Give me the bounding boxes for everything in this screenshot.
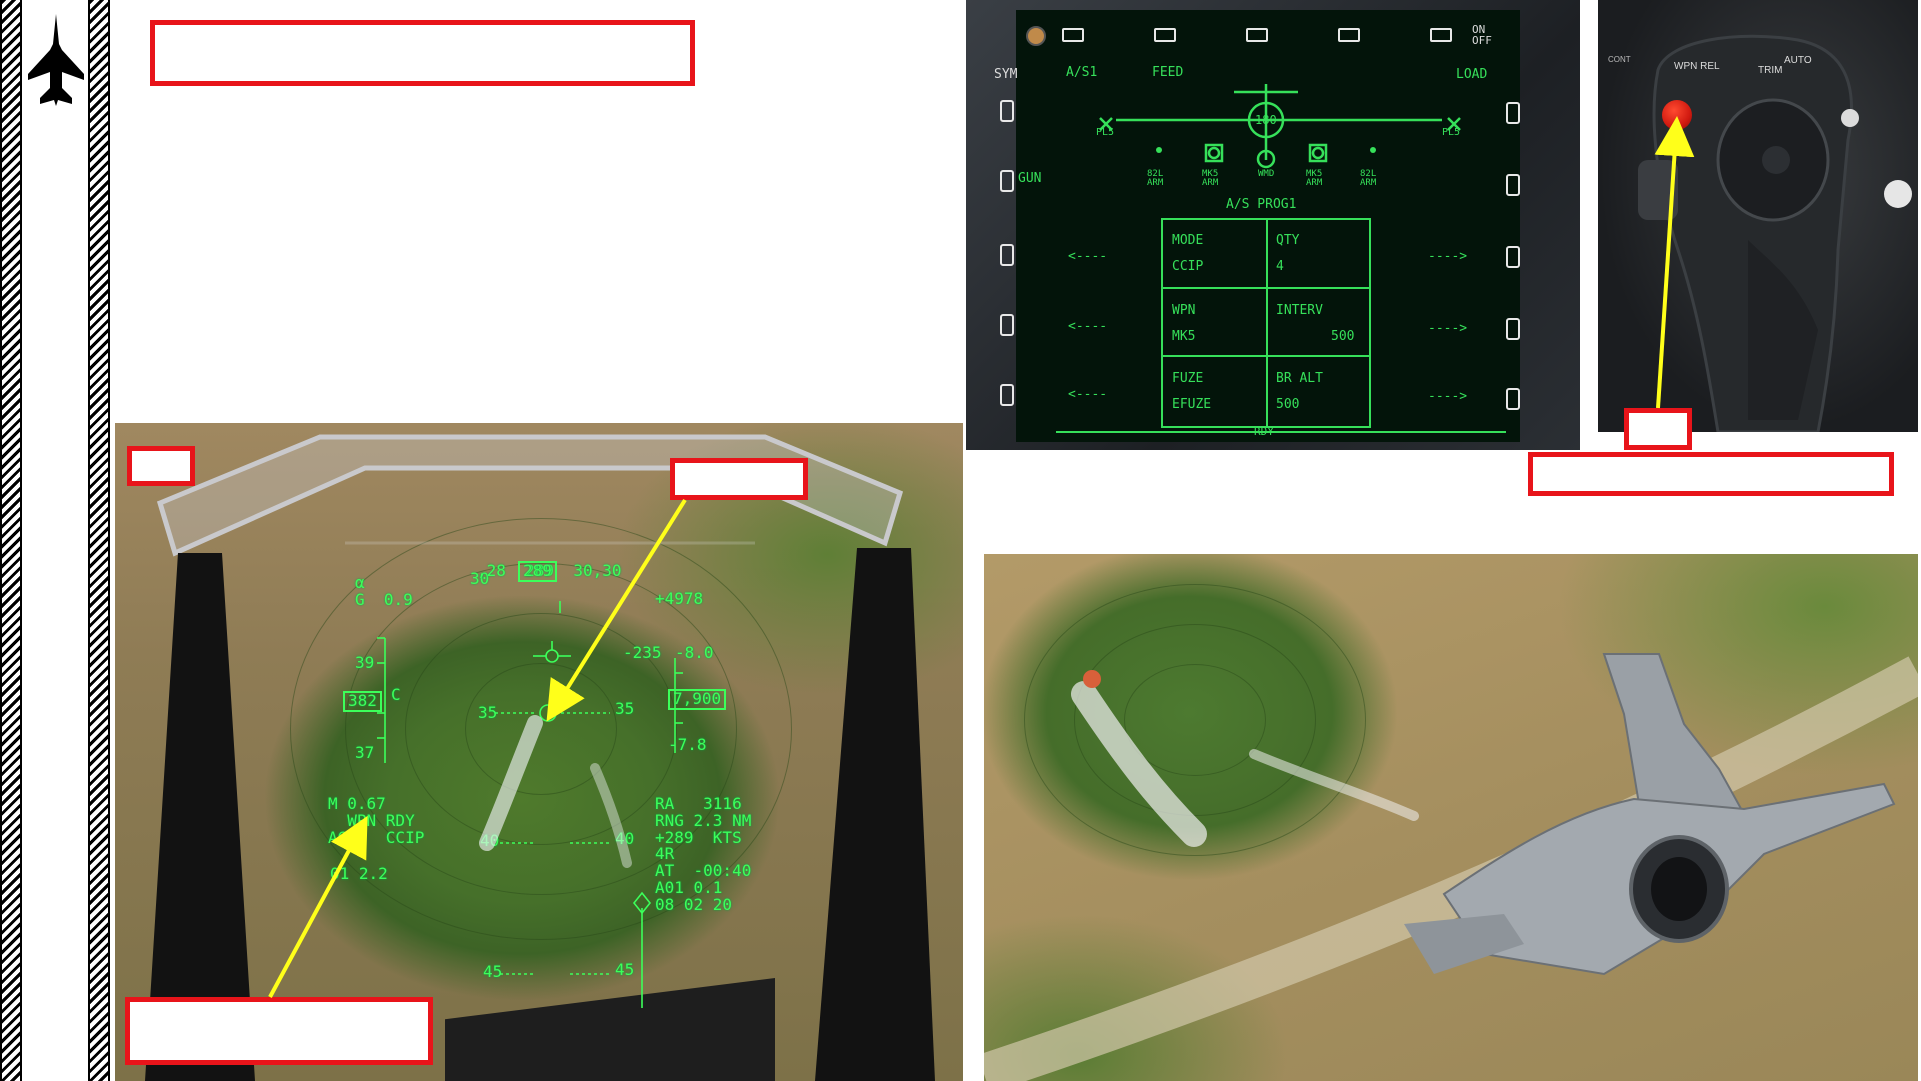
mfd-sym-label: SYM	[994, 67, 1018, 82]
mfd-interv-label: INTERV	[1276, 303, 1323, 318]
hud-mode-callout	[125, 997, 433, 1065]
mfd-brightness-knob-icon[interactable]	[1026, 26, 1046, 46]
mfd-mode-value: CCIP	[1172, 259, 1204, 274]
mfd-arrow-left: <----	[1068, 387, 1108, 402]
mfd-osb-left[interactable]	[1000, 384, 1014, 406]
throttle-auto-label: AUTO	[1784, 55, 1812, 66]
mfd-grid-hline	[1161, 287, 1371, 289]
throttle-cont-label: CONT	[1608, 55, 1631, 64]
hud-symbology-lines	[377, 601, 683, 1008]
mfd-station-4: MK5 ARM	[1306, 169, 1323, 188]
weapon-release-button[interactable]	[1662, 100, 1692, 130]
mfd-wpn-value: MK5	[1172, 329, 1196, 344]
mfd-bralt-value: 500	[1276, 397, 1300, 412]
mfd-osb-top[interactable]	[1062, 28, 1084, 42]
mfd-grid-vline	[1266, 218, 1268, 428]
mfd-prog-title: A/S PROG1	[1226, 197, 1297, 212]
mfd-arrow-left: <----	[1068, 249, 1108, 264]
mfd-on-off-label: ON OFF	[1472, 23, 1492, 47]
jet-aircraft-image	[984, 653, 1918, 1081]
throttle-panel: WPN REL TRIM AUTO CONT	[1598, 0, 1918, 432]
mfd-fuze-label: FUZE	[1172, 371, 1204, 386]
throttle-wpn-rel-label: WPN REL	[1674, 61, 1720, 72]
mfd-osb-right[interactable]	[1506, 102, 1520, 124]
mfd-osb-top[interactable]	[1430, 28, 1452, 42]
jet-silhouette-icon	[28, 14, 84, 106]
mfd-qty-label: QTY	[1276, 233, 1300, 248]
hud-view-panel: α G 0.9 30 ,28 289 30,30 289 +4978 -235 …	[115, 423, 963, 1081]
mfd-qty-value: 4	[1276, 259, 1284, 274]
mfd-arrow-right: ---->	[1428, 321, 1468, 336]
mfd-panel: A/S1 FEED LOAD PL5 PL5 GUN 180 82L ARM M…	[966, 0, 1580, 450]
mfd-heading-value: 180	[1255, 113, 1277, 127]
mfd-wpn-label: WPN	[1172, 303, 1196, 318]
mfd-bralt-label: BR ALT	[1276, 371, 1323, 386]
title-callout-box	[150, 20, 695, 86]
hud-label-small-callout	[127, 446, 195, 486]
mfd-station-2: MK5 ARM	[1202, 169, 1219, 188]
right-rail-hatch	[88, 0, 110, 1081]
mfd-grid-hline	[1161, 355, 1371, 357]
mfd-osb-top[interactable]	[1246, 28, 1268, 42]
throttle-label-callout	[1528, 452, 1894, 496]
aircraft-release-scene	[984, 554, 1918, 1081]
mfd-osb-left[interactable]	[1000, 314, 1014, 336]
throttle-button-callout	[1624, 408, 1692, 450]
mfd-osb-left[interactable]	[1000, 100, 1014, 122]
throttle-trim-label: TRIM	[1758, 65, 1783, 76]
mfd-osb-left[interactable]	[1000, 170, 1014, 192]
mfd-rdy: RDY	[1254, 425, 1274, 438]
mfd-mode-label: MODE	[1172, 233, 1204, 248]
mfd-osb-right[interactable]	[1506, 174, 1520, 196]
mfd-station-1: 82L ARM	[1147, 169, 1164, 188]
mfd-screen: A/S1 FEED LOAD PL5 PL5 GUN 180 82L ARM M…	[1016, 10, 1520, 442]
mfd-arrow-left: <----	[1068, 319, 1108, 334]
mfd-osb-right[interactable]	[1506, 388, 1520, 410]
mfd-osb-right[interactable]	[1506, 318, 1520, 340]
mfd-osb-right[interactable]	[1506, 246, 1520, 268]
hud-pipper-callout	[670, 458, 808, 500]
left-rail-hatch	[0, 0, 22, 1081]
mfd-osb-top[interactable]	[1154, 28, 1176, 42]
mfd-arrow-right: ---->	[1428, 389, 1468, 404]
mfd-interv-value: 500	[1331, 329, 1355, 344]
mfd-station-5: 82L ARM	[1360, 169, 1377, 188]
mfd-fuze-value: EFUZE	[1172, 397, 1212, 412]
mfd-osb-top[interactable]	[1338, 28, 1360, 42]
mfd-osb-left[interactable]	[1000, 244, 1014, 266]
mfd-station-3: WMD	[1258, 169, 1275, 179]
mfd-arrow-right: ---->	[1428, 249, 1468, 264]
